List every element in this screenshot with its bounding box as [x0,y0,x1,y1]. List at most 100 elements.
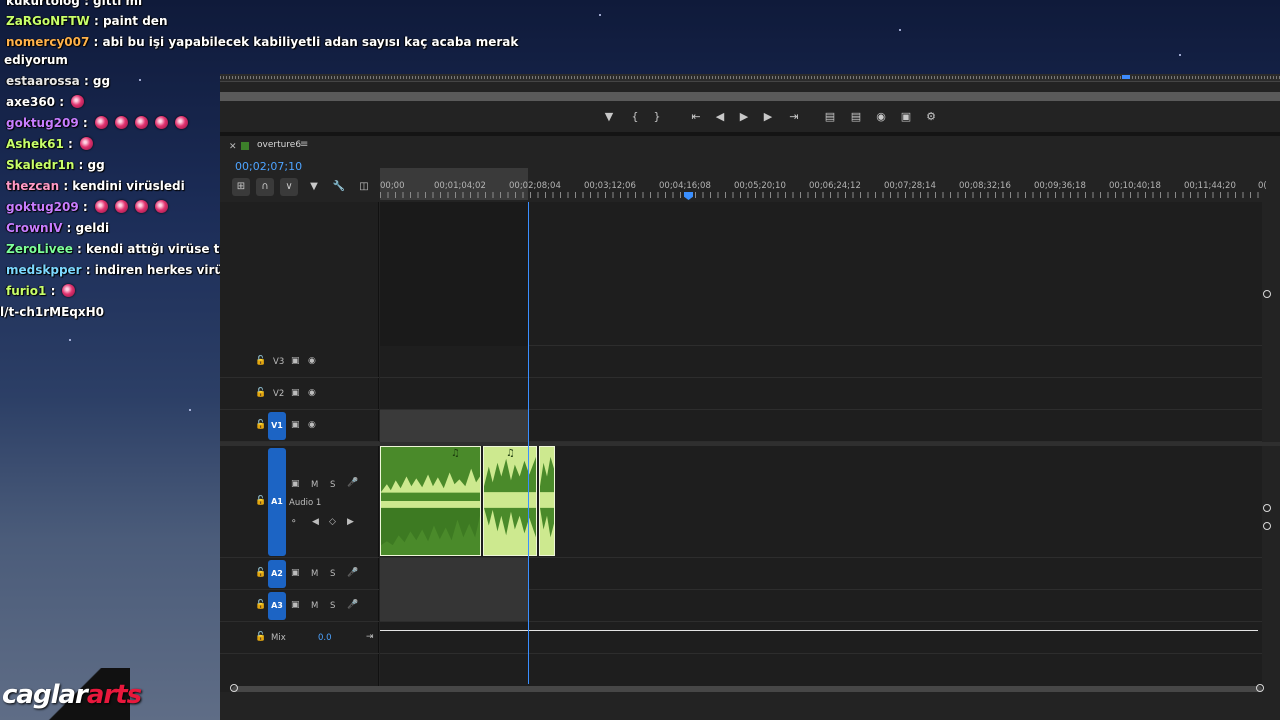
lock-icon[interactable]: 🔓 [255,632,266,642]
track-target-a1[interactable]: A1 [268,448,286,556]
mix-label: Mix [271,633,286,643]
mark-out-icon[interactable]: } [649,109,665,125]
ruler-label: 00;10;40;18 [1109,181,1161,191]
track-target-a3[interactable]: A3 [268,592,286,620]
playhead-timecode[interactable]: 00;02;07;10 [235,160,302,173]
solo-button[interactable]: S [330,569,335,579]
solo-button[interactable]: S [330,480,335,490]
go-to-out-icon[interactable]: ⇥ [786,109,802,125]
track-label-v3: V3 [273,357,285,367]
audio-clip[interactable] [539,446,555,556]
playhead-handle[interactable] [684,192,693,200]
snap-magnet-icon[interactable]: ∩ [256,178,274,196]
export-frame-icon[interactable]: ◉ [873,109,889,125]
step-back-icon[interactable]: ◀ [712,109,728,125]
lock-icon[interactable]: 🔓 [255,420,266,430]
ruler-label: 00;07;28;14 [884,181,936,191]
mute-button[interactable]: M [311,569,318,579]
linked-selection-icon[interactable]: ∨ [280,178,298,196]
emote-icon [114,200,128,213]
track-header-a2: 🔓 A2 ▣ M S 🎤 [220,558,379,590]
chat-line: furio1 : [6,284,76,299]
eye-icon[interactable]: ◉ [308,388,316,398]
ruler-label: 0( [1258,181,1267,191]
add-marker-icon[interactable]: ▼ [305,178,323,196]
go-to-end-icon[interactable]: ⇥ [366,632,374,642]
sync-lock-icon[interactable]: ▣ [291,568,300,578]
timeline-zoom-scrollbar[interactable] [232,686,1262,692]
settings-icon[interactable]: ⚙ [923,109,939,125]
captions-icon[interactable]: ◫ [355,178,373,196]
track-lane-v2[interactable] [380,378,1262,410]
extract-icon[interactable]: ▤ [848,109,864,125]
prev-keyframe-icon[interactable]: ◀ [312,517,319,527]
audio-clip[interactable]: ♫ [380,446,481,556]
ruler-label: 00;00 [380,181,405,191]
lock-icon[interactable]: 🔓 [255,356,266,366]
microphone-icon[interactable]: 🎤 [347,478,358,488]
track-lane-a3[interactable] [380,590,1262,622]
lock-icon[interactable]: 🔓 [255,388,266,398]
ruler-label: 00;11;44;20 [1184,181,1236,191]
comparison-view-icon[interactable]: ▣ [898,109,914,125]
program-monitor-scrubber[interactable] [220,74,1280,82]
close-tab-icon[interactable]: ✕ [229,142,237,152]
time-ruler[interactable]: 00;00 00;01;04;02 00;02;08;04 00;03;12;0… [380,168,1267,200]
sync-lock-icon[interactable]: ▣ [291,479,300,489]
chat-line: ZeroLivee : kendi attığı virüse tıkladı [6,242,257,256]
audio-clip-icon: ♫ [506,448,515,459]
wrench-settings-icon[interactable]: 🔧 [330,178,348,196]
eye-icon[interactable]: ◉ [308,420,316,430]
ruler-ticks [380,192,1260,198]
volume-knob-icon[interactable]: ⚬ [290,517,298,527]
timeline-tracks: 🔓 V3 ▣ ◉ 🔓 V2 ▣ ◉ 🔓 V1 ▣ ◉ 🔓 A1 ▣ M S 🎤 … [220,202,1280,692]
emote-icon [62,284,76,297]
insert-nest-icon[interactable]: ⊞ [232,178,250,196]
play-icon[interactable]: ▶ [736,109,752,125]
solo-button[interactable]: S [330,601,335,611]
sync-lock-icon[interactable]: ▣ [291,600,300,610]
sync-lock-icon[interactable]: ▣ [291,420,300,430]
video-scroll-bottom[interactable] [1263,504,1271,512]
program-zoom-scrollbar[interactable] [220,92,1280,101]
zoom-handle-left[interactable] [230,684,238,692]
track-header-a3: 🔓 A3 ▣ M S 🎤 [220,590,379,622]
track-header-v1: 🔓 V1 ▣ ◉ [220,410,379,442]
mute-button[interactable]: M [311,601,318,611]
track-target-v1[interactable]: V1 [268,412,286,440]
track-lane-mix[interactable] [380,622,1262,654]
mix-volume-value[interactable]: 0.0 [318,633,332,643]
sync-lock-icon[interactable]: ▣ [291,356,300,366]
sync-lock-icon[interactable]: ▣ [291,388,300,398]
step-forward-icon[interactable]: ▶ [760,109,776,125]
premiere-window: ▼ { } ⇤ ◀ ▶ ▶ ⇥ ▤ ▤ ◉ ▣ ⚙ ✕ overture6 ≡ … [220,74,1280,720]
track-target-a2[interactable]: A2 [268,560,286,588]
transport-controls: ▼ { } ⇤ ◀ ▶ ▶ ⇥ ▤ ▤ ◉ ▣ ⚙ [220,101,1280,131]
emote-icon [79,137,93,150]
chat-line: CrownIV : geldi [6,221,110,235]
chat-line: Skaledr1n : gg [6,158,105,172]
mix-volume-line[interactable] [380,630,1258,631]
track-header-v2: 🔓 V2 ▣ ◉ [220,378,379,410]
tab-sequence-name[interactable]: overture6 [257,140,301,150]
zoom-handle-right[interactable] [1256,684,1264,692]
mark-in-icon[interactable]: { [627,109,643,125]
mute-button[interactable]: M [311,480,318,490]
microphone-icon[interactable]: 🎤 [347,568,358,578]
audio-scroll-top[interactable] [1263,522,1271,530]
track-lane-v3[interactable] [380,346,1262,378]
scrubber-playhead[interactable] [1122,75,1130,79]
eye-icon[interactable]: ◉ [308,356,316,366]
microphone-icon[interactable]: 🎤 [347,600,358,610]
video-scroll-top[interactable] [1263,290,1271,298]
next-keyframe-icon[interactable]: ▶ [347,517,354,527]
lock-icon[interactable]: 🔓 [255,600,266,610]
playhead-line[interactable] [528,202,529,684]
panel-menu-icon[interactable]: ≡ [300,139,308,150]
lock-icon[interactable]: 🔓 [255,496,266,506]
lift-icon[interactable]: ▤ [822,109,838,125]
add-marker-icon[interactable]: ▼ [601,109,617,125]
add-keyframe-icon[interactable]: ◇ [329,517,336,527]
lock-icon[interactable]: 🔓 [255,568,266,578]
go-to-in-icon[interactable]: ⇤ [688,109,704,125]
